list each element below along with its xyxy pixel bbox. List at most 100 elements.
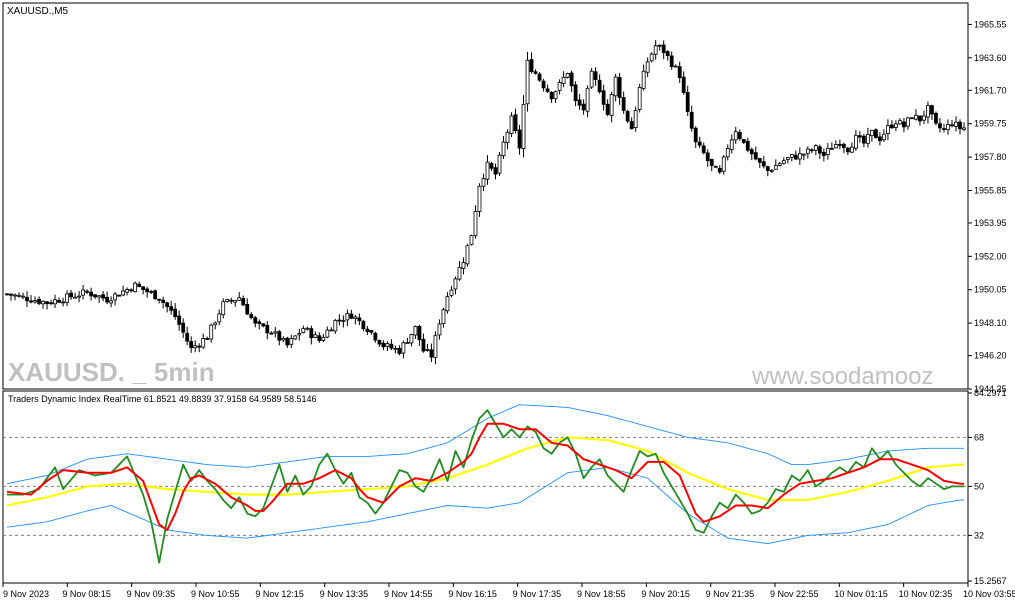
candle: [133, 281, 138, 293]
candle-body: [813, 145, 818, 151]
candle-body: [954, 121, 958, 127]
candle-body: [41, 300, 45, 305]
candle-body: [25, 296, 29, 302]
time-tick-label: 9 Nov 22:55: [770, 589, 819, 599]
candle: [465, 243, 470, 267]
time-tick-label: 9 Nov 21:35: [706, 589, 755, 599]
candle-body: [805, 148, 810, 154]
candle-body: [185, 332, 190, 342]
candle-body: [101, 294, 106, 299]
candle-body: [569, 72, 574, 87]
candle: [117, 294, 122, 297]
candle-body: [441, 309, 446, 324]
candle-body: [585, 87, 590, 112]
candle-body: [565, 73, 570, 78]
indicator-tick-label: 84.2971: [974, 388, 1007, 398]
candle-body: [281, 337, 286, 341]
candle-body: [890, 124, 894, 129]
candle-body: [373, 332, 378, 341]
candle-body: [225, 299, 230, 302]
candle-body: [745, 140, 750, 151]
candle-body: [721, 156, 726, 172]
candle-body: [165, 302, 170, 308]
candle-body: [601, 90, 606, 105]
candle-body: [57, 300, 61, 303]
candle: [625, 109, 630, 124]
time-tick-label: 9 Nov 13:35: [320, 589, 369, 599]
candle-body: [689, 111, 694, 129]
candle-body: [653, 45, 658, 55]
candle-body: [437, 323, 442, 336]
candle-body: [229, 299, 234, 302]
candle-body: [425, 349, 430, 351]
candle: [5, 293, 9, 296]
candle-body: [793, 154, 798, 160]
candle-body: [45, 301, 49, 305]
candle-body: [473, 210, 478, 236]
candle-body: [157, 298, 162, 301]
candle-body: [841, 143, 846, 148]
candle-body: [493, 167, 498, 175]
candle-body: [305, 327, 310, 330]
candle: [637, 83, 642, 113]
candle-body: [637, 86, 642, 110]
candle-body: [906, 117, 910, 127]
indicator-axis[interactable]: 84.2971 68 50 32 15.2567: [968, 388, 1007, 586]
candle-body: [573, 84, 578, 102]
price-axis[interactable]: 1965.55 1963.60 1961.70 1959.75 1957.80 1955.…: [968, 19, 1007, 394]
watermark-symbol: XAUUSD. _ 5min: [8, 357, 215, 387]
price-pane[interactable]: [2, 2, 969, 390]
chart-window[interactable]: XAUUSD. _ 5min www.soodamooz XAUUSD.,M5 …: [0, 0, 1015, 605]
candle-body: [861, 135, 866, 144]
candle-body: [589, 70, 594, 88]
candle-body: [213, 322, 218, 326]
candle-body: [874, 129, 878, 139]
candle-body: [669, 55, 674, 67]
candle-body: [958, 121, 962, 130]
candle-body: [353, 316, 358, 319]
candle: [874, 128, 878, 139]
candle-body: [329, 329, 334, 332]
candle-body: [882, 133, 886, 141]
candle-body: [733, 131, 738, 141]
candle-body: [85, 290, 89, 293]
candle-body: [313, 334, 318, 338]
candle-body: [942, 128, 946, 130]
candle-body: [197, 345, 202, 348]
price-tick-label: 1959.75: [974, 119, 1007, 129]
candle-body: [181, 322, 186, 333]
candle-body: [209, 324, 214, 340]
candle-body: [113, 293, 118, 301]
candle-body: [173, 308, 178, 317]
time-axis[interactable]: 9 Nov 2023 9 Nov 08:15 9 Nov 09:35 9 Nov 10…: [2, 583, 1015, 599]
indicator-tick-label: 32: [974, 530, 984, 540]
candle: [721, 155, 726, 175]
candle-body: [341, 320, 346, 322]
candle-body: [193, 345, 198, 349]
candle-body: [125, 288, 130, 293]
candle-body: [253, 317, 258, 324]
candle-body: [497, 154, 502, 174]
candle-body: [37, 298, 41, 304]
candle-body: [457, 266, 462, 280]
candle-body: [169, 306, 174, 311]
candle-body: [821, 151, 826, 156]
candle-body: [785, 157, 790, 160]
candle-body: [137, 283, 142, 287]
time-tick-label: 9 Nov 18:55: [577, 589, 626, 599]
candle-body: [713, 165, 718, 168]
candle-body: [914, 114, 918, 120]
candle-body: [633, 109, 638, 129]
candle-body: [389, 343, 394, 349]
candle-body: [553, 91, 558, 100]
candle-body: [489, 163, 494, 169]
indicator-title: Traders Dynamic Index RealTime 61.8521 4…: [8, 394, 317, 404]
watermark-site: www.soodamooz: [751, 363, 933, 390]
candle: [153, 289, 158, 300]
time-tick-label: 9 Nov 16:15: [448, 589, 497, 599]
candle: [589, 68, 594, 90]
candle-body: [557, 82, 562, 91]
candle-body: [541, 80, 546, 89]
candle-body: [661, 44, 666, 54]
candle-body: [365, 328, 370, 333]
